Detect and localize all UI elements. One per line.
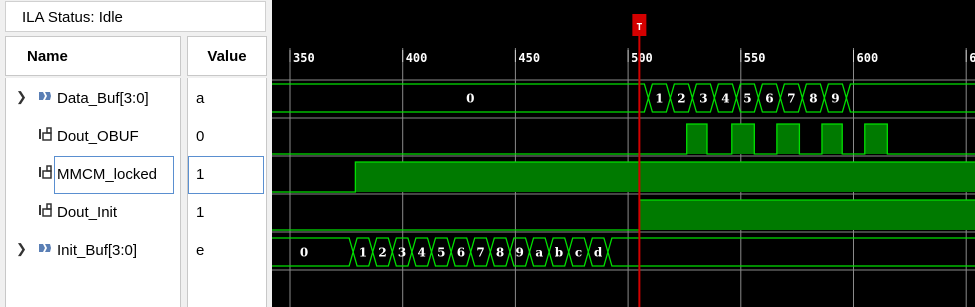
tick-label: 350 bbox=[293, 51, 315, 65]
bit-signal-icon bbox=[38, 203, 52, 221]
ila-status: ILA Status: Idle bbox=[5, 1, 266, 32]
waveform-canvas[interactable]: 3504004505005506006501234567890123456789… bbox=[272, 0, 975, 307]
bus-value-label: 6 bbox=[457, 246, 465, 260]
bus-segment bbox=[272, 83, 650, 113]
bus-value-label: 7 bbox=[787, 92, 795, 106]
bus-value-label: 0 bbox=[300, 246, 308, 260]
tick-label: 550 bbox=[744, 51, 766, 65]
bus-value-label: 3 bbox=[699, 92, 707, 106]
bus-value-label: 1 bbox=[655, 92, 663, 106]
bit-signal-icon bbox=[38, 165, 52, 183]
value-column-header[interactable]: Value bbox=[187, 36, 267, 76]
bus-icon bbox=[38, 89, 52, 107]
signal-row-mmcm-locked[interactable]: MMCM_locked bbox=[6, 156, 180, 194]
bus-value-label: 2 bbox=[677, 92, 685, 106]
signal-value: 0 bbox=[196, 128, 205, 145]
pulse-fill bbox=[776, 124, 800, 154]
signal-name: Dout_OBUF bbox=[57, 128, 139, 145]
bus-value-label: 9 bbox=[516, 246, 524, 260]
signal-panel: ILA Status: Idle Name Value ❯ Data_Buf[3… bbox=[0, 0, 272, 307]
bus-value-label: 1 bbox=[359, 246, 367, 260]
signal-value-list: a 0 1 1 e bbox=[187, 78, 267, 307]
high-fill bbox=[639, 200, 975, 230]
value-cell: 1 bbox=[188, 194, 266, 232]
pulse-fill bbox=[821, 124, 843, 154]
pulse-fill bbox=[686, 124, 707, 154]
tick-label: 500 bbox=[631, 51, 653, 65]
bus-value-label: 8 bbox=[809, 92, 817, 106]
signal-name: MMCM_locked bbox=[57, 166, 158, 183]
chevron-right-icon[interactable]: ❯ bbox=[16, 241, 27, 257]
bus-segment bbox=[272, 237, 354, 267]
signal-name-list: ❯ Data_Buf[3:0] Dout_OBUF MMCM_locked Do… bbox=[5, 78, 181, 307]
trigger-label: T bbox=[636, 22, 642, 33]
pulse-fill bbox=[731, 124, 755, 154]
bus-value-label: c bbox=[575, 246, 582, 260]
bus-value-label: 3 bbox=[398, 246, 406, 260]
tick-label: 400 bbox=[406, 51, 428, 65]
signal-value: 1 bbox=[196, 166, 205, 183]
bus-segment bbox=[845, 83, 975, 113]
bus-value-label: a bbox=[535, 246, 543, 260]
bus-value-label: 9 bbox=[831, 92, 839, 106]
signal-row-dout-init[interactable]: Dout_Init bbox=[6, 194, 180, 232]
bus-value-label: 0 bbox=[466, 92, 474, 106]
bit-signal-icon bbox=[38, 127, 52, 145]
value-cell: e bbox=[188, 232, 266, 270]
bus-value-label: 7 bbox=[476, 246, 484, 260]
value-cell: a bbox=[188, 80, 266, 118]
name-column-header[interactable]: Name bbox=[5, 36, 181, 76]
signal-row-init-buf[interactable]: ❯ Init_Buf[3:0] bbox=[6, 232, 180, 270]
bus-value-label: 4 bbox=[721, 92, 729, 106]
signal-row-data-buf[interactable]: ❯ Data_Buf[3:0] bbox=[6, 80, 180, 118]
signal-value: 1 bbox=[196, 204, 205, 221]
tick-label: 600 bbox=[857, 51, 879, 65]
value-cell: 0 bbox=[188, 118, 266, 156]
bus-icon bbox=[38, 241, 52, 259]
tick-label: 450 bbox=[518, 51, 540, 65]
tick-label: 65 bbox=[969, 51, 975, 65]
pulse-fill bbox=[864, 124, 888, 154]
bus-value-label: 6 bbox=[765, 92, 773, 106]
bus-value-label: 5 bbox=[437, 246, 445, 260]
signal-name: Init_Buf[3:0] bbox=[57, 242, 138, 259]
high-fill bbox=[355, 162, 975, 192]
bus-value-label: d bbox=[594, 246, 603, 260]
bus-value-label: 5 bbox=[743, 92, 751, 106]
signal-name: Data_Buf[3:0] bbox=[57, 90, 149, 107]
signal-value: e bbox=[196, 242, 205, 259]
value-cell: 1 bbox=[188, 156, 266, 194]
bus-value-label: 4 bbox=[418, 246, 426, 260]
bus-value-label: b bbox=[555, 246, 563, 260]
bus-value-label: 2 bbox=[378, 246, 386, 260]
signal-row-dout-obuf[interactable]: Dout_OBUF bbox=[6, 118, 180, 156]
bus-segment bbox=[607, 237, 975, 267]
chevron-right-icon[interactable]: ❯ bbox=[16, 89, 27, 105]
waveform-svg[interactable]: 3504004505005506006501234567890123456789… bbox=[272, 0, 975, 307]
bus-value-label: 8 bbox=[496, 246, 504, 260]
signal-name: Dout_Init bbox=[57, 204, 118, 221]
signal-value: a bbox=[196, 90, 205, 107]
